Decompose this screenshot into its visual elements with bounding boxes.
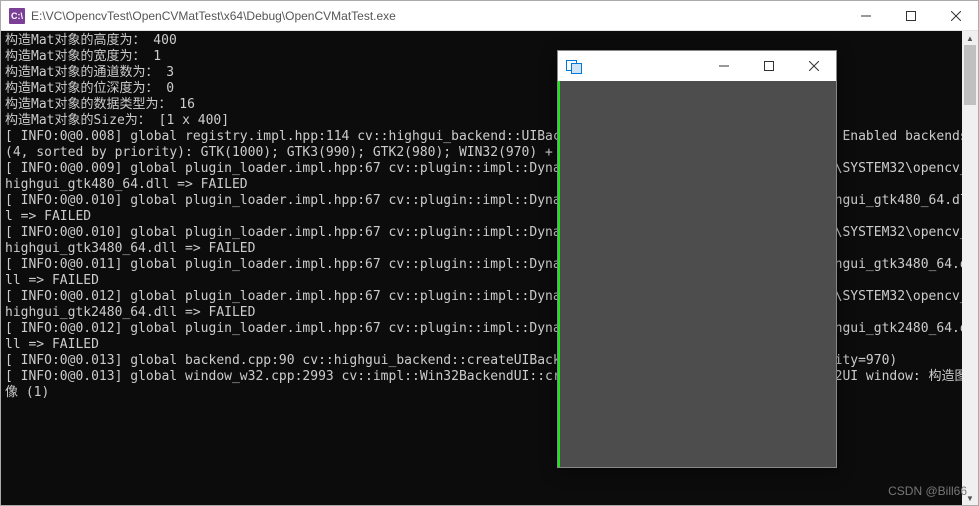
maximize-button[interactable] [888,1,933,30]
watermark: CSDN @Bill66 [888,484,967,498]
image-display-area [558,81,836,467]
window-title: E:\VC\OpencvTest\OpenCVMatTest\x64\Debug… [31,9,843,23]
titlebar: C:\ E:\VC\OpencvTest\OpenCVMatTest\x64\D… [1,1,978,31]
scroll-up-arrow[interactable]: ▲ [962,31,978,45]
app-icon: C:\ [9,8,25,24]
opencv-window-icon [566,60,582,72]
scrollbar-thumb[interactable] [964,45,976,105]
minimize-button[interactable] [843,1,888,30]
popup-titlebar [558,51,836,81]
popup-maximize-button[interactable] [746,51,791,81]
popup-minimize-button[interactable] [701,51,746,81]
vertical-scrollbar[interactable]: ▲ ▼ [962,31,978,505]
opencv-image-window [557,50,837,468]
close-button[interactable] [933,1,978,30]
mat-image-content [558,81,560,467]
popup-close-button[interactable] [791,51,836,81]
window-controls [843,1,978,30]
